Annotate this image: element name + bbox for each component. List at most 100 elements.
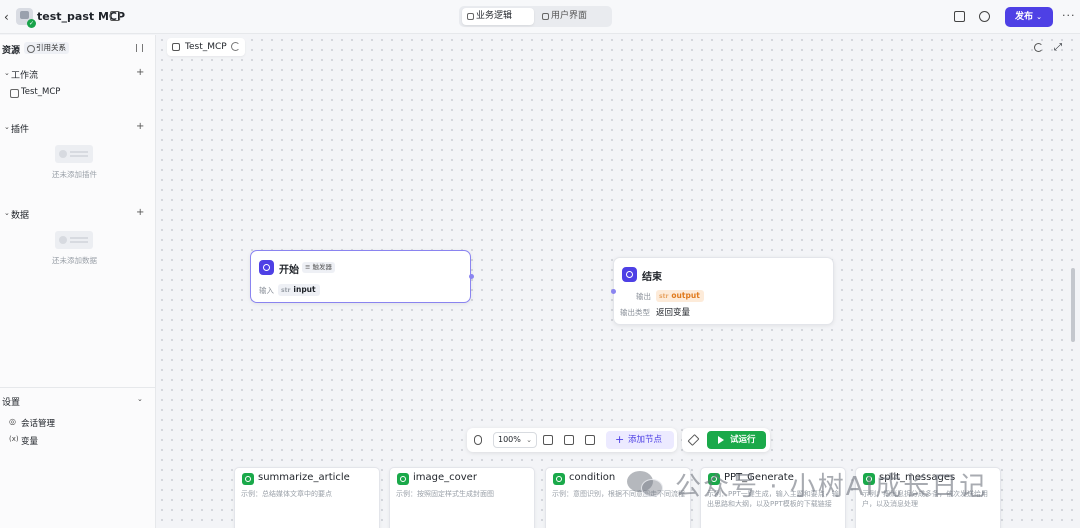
publish-label: 发布 (1015, 12, 1034, 22)
chevron-down-icon: ⌄ (1036, 13, 1043, 21)
refresh-icon[interactable] (231, 42, 240, 51)
tab-business-logic[interactable]: 业务逻辑 (462, 8, 534, 25)
sidebar-divider (0, 387, 155, 388)
tab-user-interface[interactable]: 用户界面 (537, 8, 609, 25)
chevron-down-icon: ⌄ (526, 436, 532, 444)
resources-title: 资源 (2, 46, 21, 56)
save-icon[interactable] (954, 11, 965, 22)
plugin-icon (242, 473, 254, 485)
settings-section-label[interactable]: 设置 (2, 395, 20, 408)
reload-icon[interactable] (1034, 43, 1043, 52)
workflow-canvas[interactable]: Test_MCP ⤢ 开始 ≡ 触发器 输入 str input 结束 输出 st… (157, 35, 1080, 528)
canvas-toolbar: 100% ⌄ 添加节点 (467, 428, 677, 452)
fullscreen-icon[interactable]: ⤢ (1054, 43, 1063, 53)
empty-data-illustration (55, 231, 93, 249)
output-label: 输出 (636, 292, 651, 301)
test-run-button[interactable]: 试运行 (707, 431, 766, 449)
plugin-card-name: summarize_article (258, 472, 350, 483)
end-node[interactable]: 结束 输出 str output 输出类型 返回变量 (613, 257, 834, 325)
chat-icon: ◎ (9, 417, 16, 426)
chevron-down-icon[interactable]: ⌄ (137, 395, 143, 403)
output-type: str (659, 293, 669, 300)
plugin-empty-text: 还未添加插件 (52, 170, 97, 179)
wechat-icon (625, 469, 667, 499)
variable-icon: (x) (9, 435, 19, 443)
more-icon[interactable]: ··· (1062, 9, 1076, 22)
plugin-section-label[interactable]: 插件 (11, 122, 29, 135)
workflow-item-test-mcp[interactable]: Test_MCP (10, 87, 61, 98)
reference-relation-button[interactable]: 引用关系 (24, 42, 69, 54)
output-type-label: 输出类型 (620, 308, 650, 317)
mode-switch: 业务逻辑 用户界面 (459, 6, 612, 27)
resource-sidebar: 资源 引用关系 ⌄ 工作流 + Test_MCP ⌄ 插件 + 还未添加插件 ⌄… (0, 35, 156, 528)
tab-user-interface-label: 用户界面 (551, 11, 588, 21)
publish-button[interactable]: 发布 ⌄ (1005, 7, 1053, 27)
add-workflow-icon[interactable]: + (136, 67, 144, 78)
canvas-tab-test-mcp[interactable]: Test_MCP (167, 38, 245, 56)
published-check-icon: ✓ (27, 19, 36, 28)
output-var: output (671, 291, 700, 300)
debug-icon[interactable] (687, 433, 700, 447)
layout-icon[interactable] (564, 435, 574, 445)
plugin-card[interactable]: summarize_article 示例：总结媒体文章中的要点 (234, 467, 380, 528)
test-run-label: 试运行 (730, 435, 756, 445)
zoom-value: 100% (498, 435, 521, 444)
workflow-section-label[interactable]: 工作流 (11, 68, 38, 81)
canvas-tab-label: Test_MCP (185, 42, 227, 52)
start-node-output-handle[interactable] (469, 274, 474, 279)
plugin-icon (553, 473, 565, 485)
palette-icon (542, 13, 549, 20)
chevron-down-icon[interactable]: ⌄ (4, 69, 10, 77)
plugin-card-name: image_cover (413, 472, 477, 483)
workflow-item-label: Test_MCP (21, 87, 61, 97)
start-icon (259, 260, 274, 275)
end-node-title: 结束 (642, 272, 662, 283)
start-node-title: 开始 (279, 265, 299, 276)
comment-icon[interactable] (543, 435, 553, 445)
add-node-button[interactable]: 添加节点 (606, 431, 674, 449)
top-header: ‹ ✓ test_past MCP 业务逻辑 用户界面 发布 ⌄ ··· (0, 0, 1080, 34)
workflow-icon (467, 13, 474, 20)
empty-plugin-illustration (55, 145, 93, 163)
settings-item-conversation[interactable]: ◎ 会话管理 (9, 417, 55, 429)
plugin-card-name: condition (569, 472, 616, 483)
settings-item-label: 变量 (21, 437, 39, 447)
plugin-card-desc: 示例：总结媒体文章中的要点 (241, 490, 332, 498)
output-type-value[interactable]: 返回变量 (656, 306, 690, 318)
end-icon (622, 267, 637, 282)
edit-icon[interactable] (110, 11, 120, 21)
input-type: str (281, 287, 291, 294)
mouse-mode-icon[interactable] (474, 435, 482, 445)
history-icon[interactable] (979, 11, 990, 22)
input-variable-tag: str input (278, 284, 320, 296)
minimap-icon[interactable] (585, 435, 595, 445)
workflow-icon (172, 43, 180, 51)
plugin-card-desc: 示例：按照固定样式生成封面图 (396, 490, 494, 498)
plugin-icon (397, 473, 409, 485)
plugin-card[interactable]: image_cover 示例：按照固定样式生成封面图 (389, 467, 535, 528)
chevron-down-icon[interactable]: ⌄ (4, 123, 10, 131)
input-label: 输入 (259, 286, 274, 295)
add-plugin-icon[interactable]: + (136, 121, 144, 132)
chevron-down-icon[interactable]: ⌄ (4, 209, 10, 217)
tab-business-logic-label: 业务逻辑 (476, 11, 513, 21)
back-icon[interactable]: ‹ (4, 10, 14, 24)
data-section-label[interactable]: 数据 (11, 208, 29, 221)
data-empty-text: 还未添加数据 (52, 256, 97, 265)
add-node-label: 添加节点 (628, 435, 663, 445)
app-icon: ✓ (16, 8, 36, 28)
trigger-badge: ≡ 触发器 (302, 262, 336, 273)
end-node-input-handle[interactable] (611, 289, 616, 294)
zoom-select[interactable]: 100% ⌄ (493, 432, 537, 448)
settings-item-variables[interactable]: (x) 变量 (9, 435, 38, 447)
collapse-sidebar-icon[interactable] (136, 44, 143, 52)
watermark-text: 公众号 · 小树AI成长日记 (675, 472, 988, 502)
input-var: input (293, 285, 316, 294)
settings-item-label: 会话管理 (21, 419, 56, 429)
plugin-card[interactable]: condition 示例：意图识别，根据不同意图走不同流程 (545, 467, 691, 528)
canvas-scrollbar[interactable] (1071, 268, 1075, 342)
add-data-icon[interactable]: + (136, 207, 144, 218)
run-toolbar: 试运行 (682, 428, 770, 452)
start-node[interactable]: 开始 ≡ 触发器 输入 str input (250, 250, 471, 303)
output-variable-tag: str output (656, 290, 704, 302)
